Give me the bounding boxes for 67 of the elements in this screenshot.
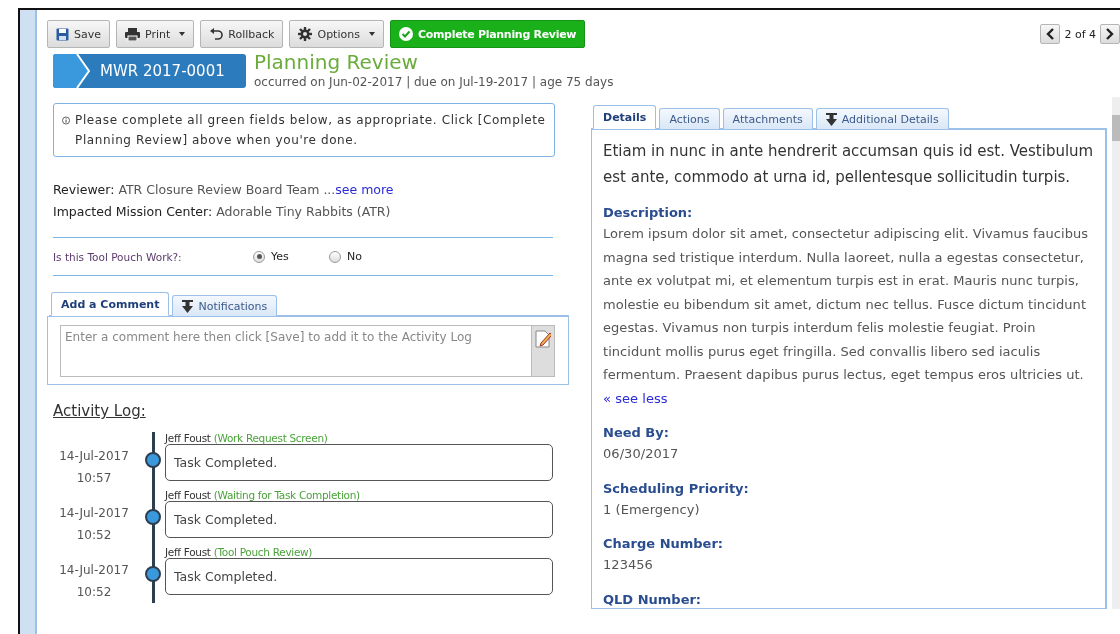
tab[interactable]: Additional Details [815, 108, 949, 129]
log-time: 10:57 [75, 470, 113, 487]
field-label: Scheduling Priority: [603, 479, 750, 498]
radio-label: Yes [271, 250, 289, 263]
gear-icon [298, 27, 313, 41]
field-label: Need By: [603, 424, 670, 442]
tab[interactable]: Details [593, 105, 657, 129]
timeline-dot [145, 566, 161, 582]
caret-icon [368, 32, 375, 36]
previous-button[interactable] [1040, 24, 1061, 44]
timeline-dot [145, 509, 161, 525]
record-meta: occurred on Jun-02-2017 | due on Jul-19-2017 | age 75 days [254, 75, 614, 89]
check-circle-icon [398, 27, 413, 41]
down-arrow-icon [825, 112, 837, 126]
reviewer-text: Reviewer: ATR Closure Review Board Team ...see more [53, 181, 395, 199]
summary-text: Etiam in nunc in ante hendrerit accumsan quis id est. Vestibulum est ante, commodo at urna id, pellentesque sollicitudin turpis. [603, 141, 1095, 188]
see-more-link[interactable]: see more [335, 182, 394, 197]
scrollbar[interactable] [1112, 97, 1120, 609]
toolbar-button[interactable]: Options [289, 20, 384, 48]
field-value: 06/30/2017 [603, 445, 680, 463]
step-title: Planning Review [254, 51, 419, 73]
log-date: 14-Jul-2017 [58, 448, 130, 465]
log-author: Jeff Foust (Work Request Screen) [165, 432, 329, 444]
log-date: 14-Jul-2017 [58, 562, 130, 579]
field-value: 1 (Emergency) [603, 500, 701, 519]
section-title: Activity Log: [53, 402, 147, 420]
field-label: Charge Number: [603, 535, 725, 553]
question-label: Is this Tool Pouch Work?: [53, 250, 183, 263]
log-message: Task Completed. [165, 558, 553, 595]
log-author: Jeff Foust (Tool Pouch Review) [165, 546, 314, 558]
chevron-left-icon [1046, 28, 1055, 40]
record-id: MWR 2017-0001 [100, 62, 225, 80]
radio-button[interactable] [253, 250, 265, 263]
toolbar-button[interactable]: Print [116, 20, 195, 48]
tab[interactable]: Add a Comment [51, 292, 170, 316]
down-arrow-icon [182, 299, 194, 313]
field-value: 123456 [603, 556, 654, 574]
chevron-icon [53, 54, 90, 88]
caret-icon [179, 32, 186, 36]
log-message: Task Completed. [165, 501, 553, 538]
radio-label: No [347, 250, 362, 263]
mission-center-text: Impacted Mission Center: Adorable Tiny Rabbits (ATR) [53, 203, 392, 221]
chevron-right-icon [1106, 28, 1114, 40]
toolbar-button[interactable]: Rollback [200, 20, 284, 48]
next-button[interactable] [1100, 24, 1120, 44]
see-less-link[interactable]: « see less [603, 390, 668, 406]
tab[interactable]: Attachments [722, 108, 813, 129]
pencil-note-icon [535, 330, 551, 348]
log-date: 14-Jul-2017 [58, 505, 130, 522]
field-label: Description: [603, 204, 694, 222]
log-message: Task Completed. [165, 444, 553, 481]
timeline-dot [145, 452, 161, 468]
log-time: 10:52 [75, 584, 113, 601]
instruction-text: Please complete all green fields below, as appropriate. Click [Complete Planning Review] above when you're done. [75, 112, 546, 149]
toolbar-button[interactable]: Save [47, 20, 110, 48]
printer-icon [125, 27, 140, 41]
log-author: Jeff Foust (Waiting for Task Completion) [165, 489, 361, 501]
log-time: 10:52 [75, 527, 113, 544]
tab[interactable]: Actions [659, 108, 720, 129]
radio-button[interactable] [329, 250, 341, 263]
undo-arrow-icon [209, 28, 224, 40]
page-counter: 2 of 4 [1064, 27, 1096, 41]
comment-field[interactable]: Enter a comment here then click [Save] to add it to the Activity Log [60, 325, 531, 377]
field-label: QLD Number: [603, 590, 703, 608]
tab[interactable]: Notifications [172, 295, 278, 316]
info-icon [62, 114, 71, 127]
field-value: Lorem ipsum dolor sit amet, consectetur adipiscing elit. Vivamus faucibus magna sed tristique interdum. Nulla laoreet, nulla a egestas consectetur, ante ex volutpat mi, et elementum turpis est in erat. Mauris nunc turpis, molestie eu bibendum sit amet, dictum nec tellus. Fusce dictum tincidunt egestas. Vivamus non turpis interdum felis molestie feugiat. Proin tincidunt mollis purus eget fringilla. Sed convallis libero sed iaculis fermentum. Praesent dapibus purus lectus, eget tempus eros ultricies ut. « see less [603, 225, 1090, 408]
